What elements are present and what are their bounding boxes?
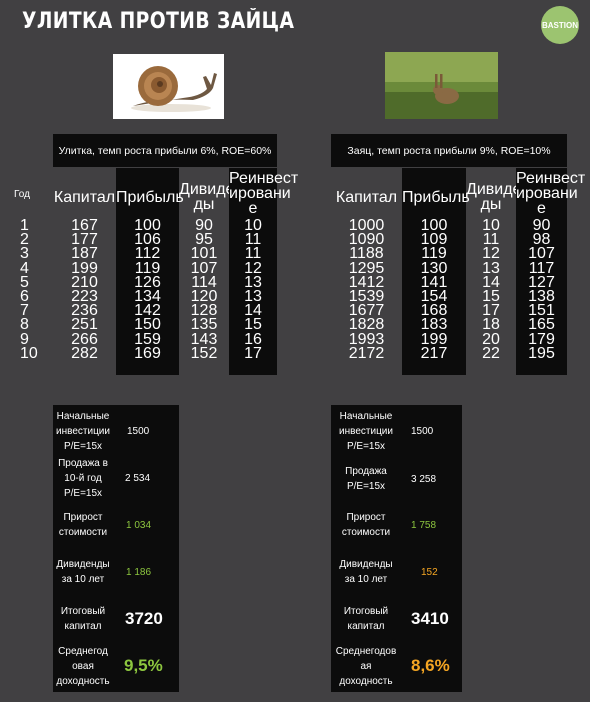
snail-dividends-value: 1 186 (126, 566, 152, 578)
hare-image (385, 52, 498, 119)
snail-yield-value: 9,5% (124, 656, 163, 675)
hare-dividends-label: Дивиденды за 10 лет (339, 559, 393, 585)
hare-growth-label: Прирост стоимости (341, 512, 391, 538)
hare-col-dividends: Дивиден ды 10 11 12 13 14 15 17 18 20 22 (466, 168, 531, 375)
hare-col-header-profit: Прибыль (402, 189, 470, 206)
hare-sale-label: Продажа P/E=15x (345, 466, 387, 492)
snail-col-reinvest: Реинвест ировани е 10 11 11 12 13 13 14 15 16 17 (229, 168, 299, 375)
snail-dividends-cell: 152 (190, 344, 218, 362)
hare-dividends-value: 152 (421, 566, 438, 578)
hare-capital-cell: 2172 (348, 344, 385, 362)
hare-col-profit: Прибыль 100 109 119 130 141 154 168 183 199 217 (402, 168, 470, 375)
snail-initial-label: Начальные инвестиции P/E=15x (56, 410, 110, 452)
page-title: УЛИТКА ПРОТИВ ЗАЙЦА (22, 9, 295, 34)
snail-growth-value: 1 034 (126, 519, 152, 531)
snail-col-profit: Прибыль 100 106 112 119 126 134 142 150 159 169 (116, 168, 184, 375)
snail-col-header-profit: Прибыль (116, 189, 184, 206)
hare-summary: Начальные инвестиции P/E=15x 1500 Продаж… (331, 405, 462, 692)
hare-reinvest-cell: 195 (528, 344, 555, 362)
snail-col-header-reinvest: Реинвест ировани е (229, 170, 299, 217)
snail-col-header-capital: Капитал (53, 189, 116, 206)
hare-yield-value: 8,6% (411, 656, 450, 675)
snail-summary: Начальные инвестиции P/E=15x 1500 Продаж… (53, 405, 179, 692)
bastion-logo: BASTION (541, 6, 579, 44)
hare-initial-label: Начальные инвестиции P/E=15x (339, 410, 393, 452)
snail-table-header: Улитка, темп роста прибыли 6%, ROE=60% (53, 134, 277, 167)
snail-yield-label: Среднегод овая доходность (56, 645, 110, 687)
hare-yield-label: Среднегодов ая доходность (335, 645, 397, 687)
hare-col-header-reinvest: Реинвест ировани е (516, 170, 586, 217)
snail-total-value: 3720 (125, 609, 163, 628)
snail-dividends-label: Дивиденды за 10 лет (56, 559, 110, 585)
snail-total-label: Итоговый капитал (60, 606, 106, 632)
snail-growth-label: Прирост стоимости (58, 512, 108, 538)
snail-col-header-dividends: Дивиден ды (179, 181, 244, 213)
snail-profit-cell: 169 (134, 344, 161, 362)
hare-total-label: Итоговый капитал (343, 606, 389, 632)
hare-col-reinvest: Реинвест ировани е 90 98 107 117 127 138 151 165… (516, 168, 586, 375)
hare-dividends-cell: 22 (482, 344, 500, 362)
snail-col-dividends: Дивиден ды 90 95 101 107 114 120 128 135 143 152 (179, 168, 244, 375)
snail-image (113, 54, 224, 119)
hare-col-header-capital: Капитал (335, 189, 398, 206)
snail-sale-value: 2 534 (125, 472, 151, 484)
hare-col-header-dividends: Дивиден ды (466, 181, 531, 213)
hare-profit-cell: 217 (420, 344, 448, 362)
snail-initial-value: 1500 (127, 425, 150, 437)
year-header: Год (14, 189, 30, 200)
snail-capital-cell: 282 (71, 344, 98, 362)
hare-sale-value: 3 258 (411, 473, 437, 485)
hare-col-capital: Капитал 1000 1090 1188 1295 1412 1539 1677 1828 1… (331, 168, 402, 375)
hare-total-value: 3410 (411, 609, 449, 628)
snail-reinvest-cell: 17 (244, 344, 262, 362)
hare-table-header: Заяц, темп роста прибыли 9%, ROE=10% (331, 134, 567, 167)
snail-col-capital: Капитал 167 177 187 199 210 223 236 251 266 282 (53, 168, 116, 375)
hare-initial-value: 1500 (411, 425, 434, 437)
hare-growth-value: 1 758 (411, 519, 437, 531)
snail-sale-label: Продажа в 10-й год P/E=15x (58, 457, 108, 499)
year-cell: 10 (20, 344, 38, 362)
